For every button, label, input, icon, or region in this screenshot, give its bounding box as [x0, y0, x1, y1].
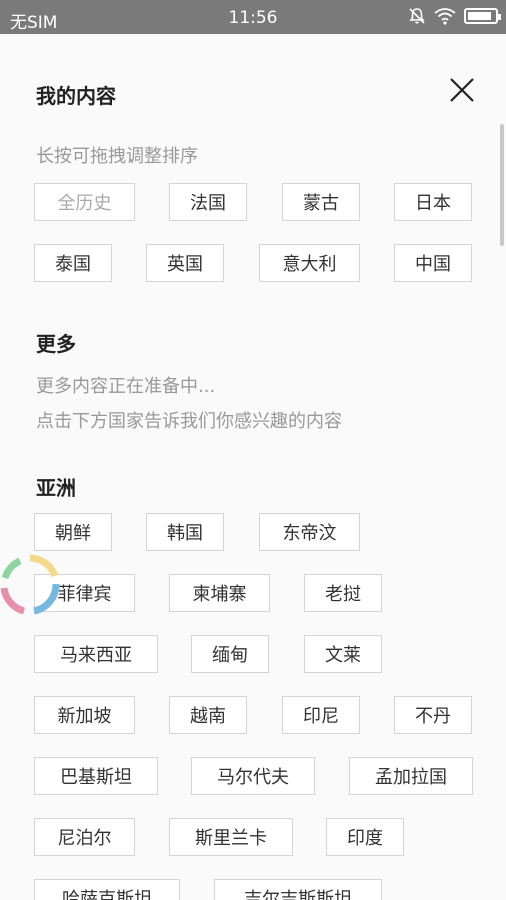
- close-icon[interactable]: [446, 74, 478, 106]
- country-tag[interactable]: 柬埔寨: [169, 574, 270, 612]
- battery-fill: [468, 12, 492, 20]
- my-tag[interactable]: 泰国: [34, 244, 112, 282]
- scrollbar[interactable]: [500, 124, 504, 246]
- country-tag[interactable]: 朝鲜: [34, 513, 112, 551]
- more-note-instruction: 点击下方国家告诉我们你感兴趣的内容: [36, 411, 342, 432]
- country-tag[interactable]: 哈萨克斯坦: [34, 879, 180, 900]
- country-tag[interactable]: 不丹: [394, 696, 472, 734]
- country-tag[interactable]: 马来西亚: [34, 635, 158, 673]
- country-tag[interactable]: 马尔代夫: [191, 757, 315, 795]
- country-tag[interactable]: 韩国: [146, 513, 224, 551]
- country-tag[interactable]: 缅甸: [191, 635, 269, 673]
- battery-icon: [464, 8, 501, 24]
- reorder-hint: 长按可拖拽调整排序: [36, 146, 198, 167]
- country-tag[interactable]: 越南: [169, 696, 247, 734]
- loading-spinner-icon: [0, 554, 60, 615]
- country-tag[interactable]: 新加坡: [34, 696, 135, 734]
- country-tag[interactable]: 斯里兰卡: [169, 818, 293, 856]
- country-tag[interactable]: 老挝: [304, 574, 382, 612]
- my-tag[interactable]: 日本: [394, 183, 472, 221]
- my-tag[interactable]: 意大利: [259, 244, 360, 282]
- my-tag[interactable]: 英国: [146, 244, 224, 282]
- wifi-icon: [434, 8, 456, 25]
- country-tag[interactable]: 印度: [326, 818, 404, 856]
- status-bar: 无SIM 11:56: [0, 0, 506, 34]
- country-tag[interactable]: 尼泊尔: [34, 818, 135, 856]
- country-tag[interactable]: 吉尔吉斯斯坦: [214, 879, 382, 900]
- country-tag[interactable]: 东帝汶: [259, 513, 360, 551]
- page-title: 我的内容: [36, 84, 116, 108]
- my-tag[interactable]: 法国: [169, 183, 247, 221]
- my-tag-all-history: 全历史: [34, 183, 135, 221]
- more-note-preparing: 更多内容正在准备中...: [36, 376, 216, 397]
- country-tag[interactable]: 孟加拉国: [349, 757, 473, 795]
- country-tag[interactable]: 文莱: [304, 635, 382, 673]
- mute-icon: [409, 8, 425, 24]
- asia-heading: 亚洲: [36, 476, 76, 500]
- country-tag[interactable]: 巴基斯坦: [34, 757, 158, 795]
- my-tag[interactable]: 蒙古: [282, 183, 360, 221]
- more-heading: 更多: [36, 332, 76, 356]
- country-tag[interactable]: 印尼: [282, 696, 360, 734]
- status-icons: [408, 7, 501, 25]
- my-tag[interactable]: 中国: [394, 244, 472, 282]
